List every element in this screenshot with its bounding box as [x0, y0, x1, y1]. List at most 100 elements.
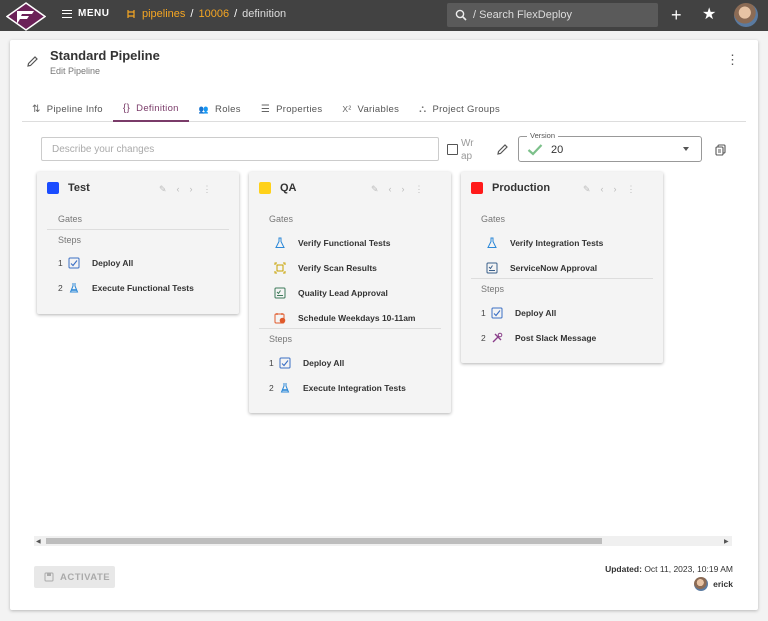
stage-card-production: Production ✎ ‹ › ⋮ Gates Verify Integrat… [461, 172, 663, 363]
gate-item[interactable]: ServiceNow Approval [485, 261, 597, 274]
copy-icon[interactable] [715, 144, 727, 156]
tab-definition[interactable]: {} Definition [112, 96, 189, 122]
tab-variables[interactable]: X² Variables [332, 96, 409, 122]
gates-label: Gates [481, 214, 506, 224]
gates-label: Gates [58, 214, 83, 224]
tab-properties[interactable]: ☰ Properties [251, 96, 333, 122]
describe-changes-input[interactable]: Describe your changes [41, 137, 439, 161]
steps-label: Steps [269, 334, 293, 344]
main-panel: Standard Pipeline Edit Pipeline ⋮ ⇅ Pipe… [10, 40, 758, 610]
hamburger-icon [62, 9, 72, 18]
tab-label: Roles [215, 103, 241, 115]
gate-label: Schedule Weekdays 10-11am [298, 312, 416, 323]
gate-label: Verify Integration Tests [510, 237, 604, 248]
step-item[interactable]: 2 Post Slack Message [481, 331, 596, 344]
scroll-left-arrow-icon[interactable]: ◀ [36, 538, 41, 545]
step-number: 2 [481, 332, 486, 343]
save-icon [44, 572, 54, 582]
gate-label: Verify Functional Tests [298, 237, 391, 248]
stage-more-icon[interactable]: ⋮ [203, 184, 212, 195]
scrollbar-thumb[interactable] [46, 538, 602, 544]
user-avatar[interactable] [734, 3, 758, 27]
tab-pipeline-info[interactable]: ⇅ Pipeline Info [22, 96, 113, 122]
gate-label: Quality Lead Approval [298, 287, 388, 298]
step-item[interactable]: 1 Deploy All [481, 306, 556, 319]
gate-item[interactable]: Schedule Weekdays 10-11am [273, 311, 416, 324]
gate-item[interactable]: Verify Functional Tests [273, 236, 390, 249]
edit-stage-icon[interactable]: ✎ [371, 184, 379, 195]
search-icon [455, 9, 467, 21]
project-groups-icon: ⛬ [419, 103, 427, 115]
activate-button[interactable]: ACTIVATE [34, 566, 115, 588]
divider [471, 278, 653, 279]
version-select[interactable]: Version 20 [518, 131, 702, 162]
updated-timestamp: Oct 11, 2023, 10:19 AM [644, 564, 733, 574]
schedule-icon [273, 311, 286, 324]
page-title: Standard Pipeline [50, 48, 160, 63]
chevron-left-icon[interactable]: ‹ [177, 184, 180, 195]
horizontal-scrollbar[interactable]: ◀ ▶ [34, 536, 732, 546]
scroll-right-arrow-icon[interactable]: ▶ [724, 538, 729, 545]
edit-pencil-icon [27, 56, 38, 67]
chevron-left-icon[interactable]: ‹ [601, 184, 604, 195]
stage-color-swatch [259, 182, 271, 194]
search-input[interactable]: / Search FlexDeploy [447, 3, 658, 27]
step-number: 1 [481, 307, 486, 318]
stage-tools: ✎ ‹ › ⋮ [371, 184, 434, 195]
step-label: Deploy All [92, 257, 134, 268]
menu-button[interactable]: MENU [62, 8, 109, 19]
divider [47, 229, 229, 230]
tab-label: Definition [136, 102, 179, 114]
tab-label: Variables [357, 103, 400, 115]
chevron-left-icon[interactable]: ‹ [389, 184, 392, 195]
divider [259, 328, 441, 329]
pipeline-info-icon: ⇅ [32, 103, 41, 115]
chevron-right-icon[interactable]: › [190, 184, 193, 195]
stage-name: Test [68, 182, 90, 194]
stage-more-icon[interactable]: ⋮ [627, 184, 636, 195]
tab-label: Pipeline Info [46, 103, 103, 115]
stage-card-qa: QA ✎ ‹ › ⋮ Gates Verify Functional Tests… [249, 172, 451, 413]
steps-label: Steps [481, 284, 505, 294]
gate-item[interactable]: Verify Integration Tests [485, 236, 603, 249]
edit-version-pencil-icon[interactable] [496, 143, 509, 156]
step-number: 2 [58, 282, 63, 293]
version-value: 20 [551, 144, 564, 156]
chevron-right-icon[interactable]: › [402, 184, 405, 195]
edit-stage-icon[interactable]: ✎ [583, 184, 591, 195]
tab-roles[interactable]: 👥 Roles [189, 96, 251, 122]
roles-icon: 👥 [198, 104, 210, 114]
pipeline-icon [127, 10, 135, 18]
updated-info: Updated: Oct 11, 2023, 10:19 AM [560, 564, 733, 574]
gate-label: Verify Scan Results [298, 262, 377, 273]
describe-changes-placeholder: Describe your changes [52, 144, 155, 155]
breadcrumb-separator: / [234, 8, 238, 20]
stage-tools: ✎ ‹ › ⋮ [159, 184, 222, 195]
more-options-icon[interactable]: ⋮ [726, 53, 739, 66]
stage-more-icon[interactable]: ⋮ [415, 184, 424, 195]
chevron-right-icon[interactable]: › [614, 184, 617, 195]
tab-label: Properties [276, 103, 323, 115]
gate-label: ServiceNow Approval [510, 262, 598, 273]
add-button[interactable]: + [671, 5, 682, 25]
approval-icon [485, 261, 498, 274]
gate-item[interactable]: Verify Scan Results [273, 261, 377, 274]
stage-tools: ✎ ‹ › ⋮ [583, 184, 646, 195]
favorites-star-icon[interactable]: ★ [702, 5, 716, 25]
edit-stage-icon[interactable]: ✎ [159, 184, 167, 195]
step-item[interactable]: 1 Deploy All [269, 356, 344, 369]
step-item[interactable]: 2 Execute Integration Tests [269, 381, 406, 394]
breadcrumb: pipelines / 10006 / definition [126, 8, 286, 20]
breadcrumb-pipeline-id[interactable]: 10006 [198, 8, 229, 20]
step-item[interactable]: 2 Execute Functional Tests [58, 281, 194, 294]
scan-icon [273, 261, 286, 274]
approval-icon [273, 286, 286, 299]
gate-item[interactable]: Quality Lead Approval [273, 286, 388, 299]
check-icon [527, 144, 543, 156]
breadcrumb-pipelines[interactable]: pipelines [142, 8, 185, 20]
wrap-checkbox[interactable] [447, 144, 458, 155]
updated-label: Updated: [605, 564, 642, 574]
tab-project-groups[interactable]: ⛬ Project Groups [409, 96, 510, 122]
flexdeploy-logo[interactable] [5, 2, 47, 31]
step-item[interactable]: 1 Deploy All [58, 256, 133, 269]
